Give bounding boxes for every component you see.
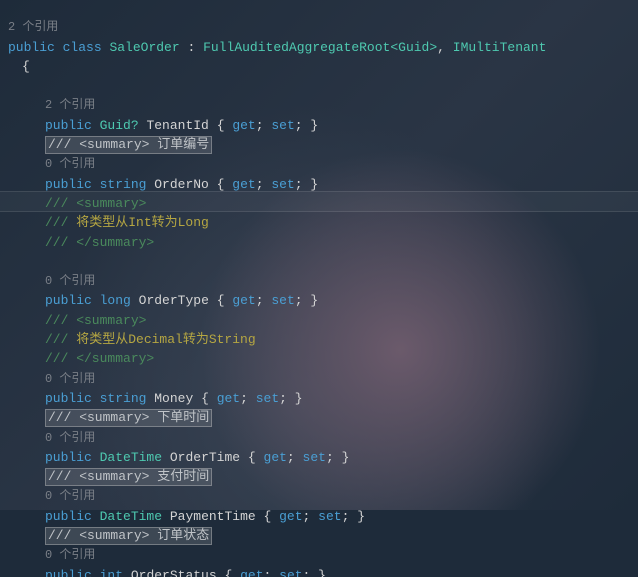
codelens-ref[interactable]: 0 个引用 [8,272,95,291]
codelens-ref[interactable]: 0 个引用 [8,487,95,506]
prop-money: public string Money { get; set; } [8,389,303,408]
prop-tenantid: public Guid? TenantId { get; set; } [8,116,318,135]
prop-orderstatus: public int OrderStatus { get; set; } [8,566,326,577]
prop-ordertime: public DateTime OrderTime { get; set; } [8,448,349,467]
doc-summary-collapsed[interactable]: /// <summary> 订单编号 [45,136,212,154]
brace-open: { [8,57,30,76]
codelens-ref[interactable]: 0 个引用 [8,370,95,389]
doc-summary-close: /// </summary> [8,233,154,252]
editor-gutter [0,0,8,510]
prop-orderno: public string OrderNo { get; set; } [8,175,318,194]
doc-summary-text: /// 将类型从Decimal转为String [8,330,256,349]
doc-summary-close: /// </summary> [8,349,154,368]
doc-summary-collapsed[interactable]: /// <summary> 下单时间 [45,409,212,427]
codelens-ref[interactable]: 0 个引用 [8,155,95,174]
doc-summary-collapsed[interactable]: /// <summary> 订单状态 [45,527,212,545]
doc-summary-open: /// <summary> [8,311,146,330]
codelens-ref[interactable]: 0 个引用 [8,429,95,448]
doc-summary-text: /// 将类型从Int转为Long [8,213,209,232]
codelens-ref[interactable]: 0 个引用 [8,546,95,565]
prop-ordertype: public long OrderType { get; set; } [8,291,318,310]
code-editor-content[interactable]: 2 个引用 public class SaleOrder : FullAudit… [8,0,638,577]
codelens-ref[interactable]: 2 个引用 [8,20,58,34]
codelens-ref[interactable]: 2 个引用 [8,96,95,115]
class-decl-line: public class SaleOrder : FullAuditedAggr… [8,40,546,55]
doc-summary-collapsed[interactable]: /// <summary> 支付时间 [45,468,212,486]
doc-summary-open: /// <summary> [8,194,146,213]
